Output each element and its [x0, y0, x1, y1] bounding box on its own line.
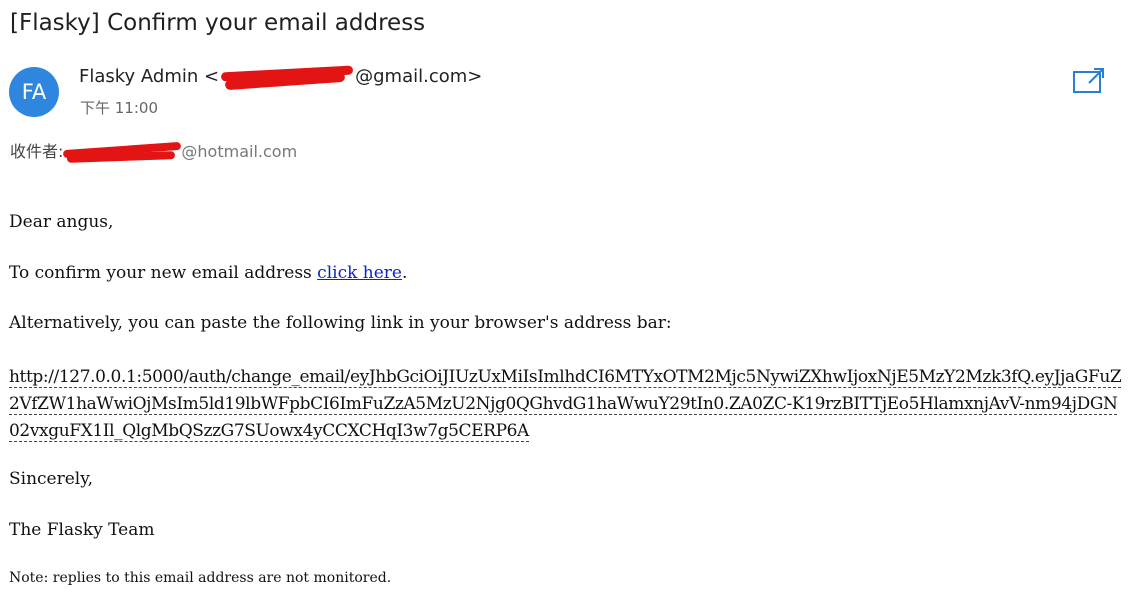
confirm-text: To confirm your new email address: [9, 263, 318, 283]
sender-line: Flasky Admin < @gmail.com>: [79, 65, 483, 91]
sender-name: Flasky Admin: [79, 66, 199, 87]
long-url-paragraph: http://127.0.0.1:5000/auth/change_email/…: [9, 364, 1127, 445]
greeting: Dear angus,: [9, 212, 114, 232]
confirm-paragraph: To confirm your new email address click …: [9, 263, 407, 283]
recipient-email-suffix: @hotmail.com: [181, 142, 298, 161]
sent-time: 下午 11:00: [80, 99, 158, 117]
signature: The Flasky Team: [9, 520, 155, 540]
closing: Sincerely,: [9, 469, 93, 489]
sender-email-open: <: [204, 66, 220, 87]
alternative-text: Alternatively, you can paste the followi…: [9, 313, 672, 333]
redacted-sender-email: [219, 65, 355, 91]
confirm-end: .: [402, 263, 408, 283]
open-in-new-window-icon[interactable]: [1072, 66, 1106, 96]
sender-email-suffix: @gmail.com>: [355, 66, 483, 87]
confirm-link[interactable]: click here: [317, 263, 402, 283]
recipient-line: 收件者: @hotmail.com: [10, 138, 297, 163]
footer-note: Note: replies to this email address are …: [9, 570, 392, 586]
sender-avatar: FA: [9, 67, 59, 117]
email-subject: [Flasky] Confirm your email address: [10, 10, 426, 36]
redacted-recipient-email: [63, 141, 182, 163]
confirmation-url-link[interactable]: http://127.0.0.1:5000/auth/change_email/…: [9, 367, 1122, 442]
recipient-label: 收件者:: [10, 142, 64, 161]
